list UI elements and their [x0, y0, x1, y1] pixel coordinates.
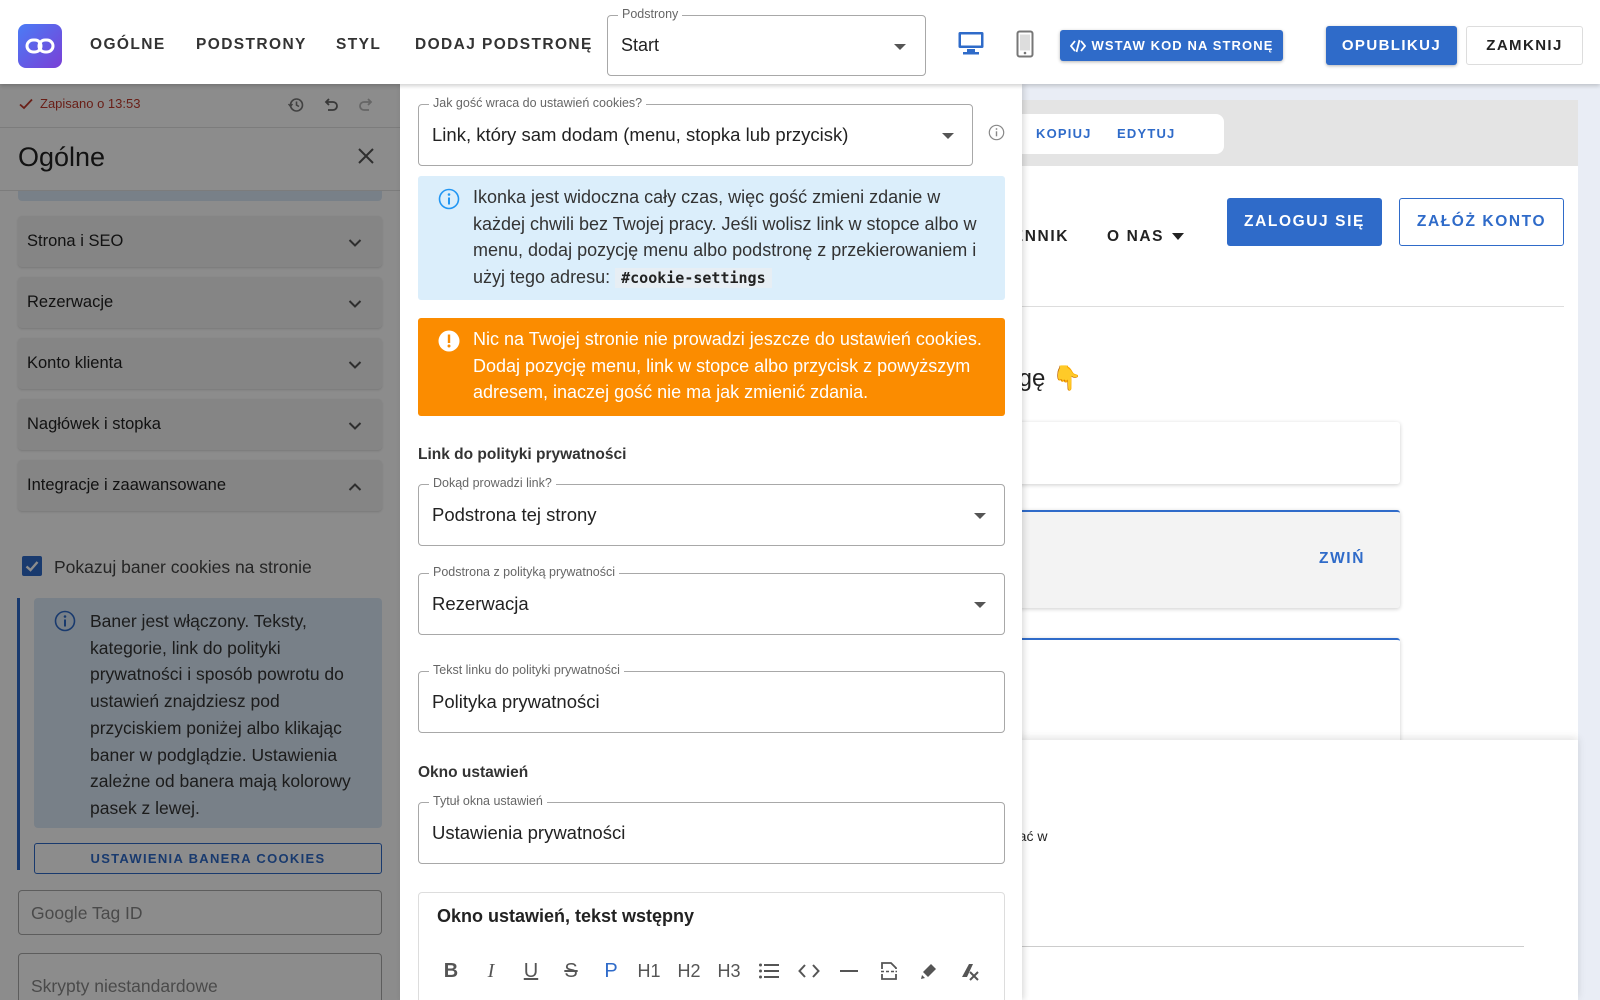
- caret-down-icon: [1172, 233, 1185, 241]
- heading1-glyph: H1: [637, 960, 661, 981]
- app-logo[interactable]: [18, 24, 62, 68]
- heading3-icon[interactable]: H3: [715, 957, 743, 985]
- publish-button[interactable]: OPUBLIKUJ: [1326, 26, 1457, 65]
- nav-style[interactable]: STYL: [336, 36, 381, 54]
- embed-code-button[interactable]: WSTAW KOD NA STRONĘ: [1060, 30, 1283, 61]
- heading2-icon[interactable]: H2: [675, 957, 703, 985]
- settings-window-title-legend: Tytuł okna ustawień: [429, 794, 547, 808]
- privacy-link-text-input[interactable]: Tekst linku do polityki prywatności Poli…: [418, 663, 1005, 733]
- caret-down-icon: [894, 44, 906, 50]
- privacy-link-text-value: Polityka prywatności: [432, 691, 600, 712]
- top-bar: OGÓLNE PODSTRONY STYL DODAJ PODSTRONĘ Po…: [0, 0, 1600, 84]
- warning-alert: Nic na Twojej stronie nie prowadzi jeszc…: [418, 318, 1005, 416]
- warning-icon: [438, 330, 460, 357]
- return-method-select[interactable]: Jak gość wraca do ustawień cookies? Link…: [418, 96, 973, 166]
- heading2-glyph: H2: [677, 960, 701, 981]
- bullet-list-icon[interactable]: [755, 957, 783, 985]
- link-target-select[interactable]: Dokąd prowadzi link? Podstrona tej stron…: [418, 476, 1005, 546]
- info-icon: [438, 188, 460, 215]
- italic-icon[interactable]: I: [477, 957, 505, 985]
- privacy-link-text-legend: Tekst linku do polityki prywatności: [429, 663, 624, 677]
- bold-icon[interactable]: B: [437, 957, 465, 985]
- underline-icon[interactable]: U: [517, 957, 545, 985]
- link-icon: [25, 38, 55, 54]
- preview-card-expanded[interactable]: ZWIŃ: [1000, 510, 1400, 608]
- privacy-page-select[interactable]: Podstrona z polityką prywatności Rezerwa…: [418, 565, 1005, 635]
- clear-format-icon[interactable]: [955, 957, 983, 985]
- close-button[interactable]: ZAMKNIJ: [1466, 26, 1583, 65]
- preview-divider: [1000, 306, 1564, 307]
- preview-cookie-banner[interactable]: do cofać w: [1000, 740, 1578, 1000]
- page-break-icon[interactable]: [875, 957, 903, 985]
- heading1-icon[interactable]: H1: [635, 957, 663, 985]
- italic-glyph: I: [487, 959, 495, 982]
- nav-add-subpage[interactable]: DODAJ PODSTRONĘ: [415, 36, 593, 54]
- code-icon: [1069, 39, 1086, 52]
- link-target-legend: Dokąd prowadzi link?: [429, 476, 556, 490]
- preview-toolbar: KOPIUJ EDYTUJ: [1000, 100, 1578, 166]
- preview-page: KOPIUJ EDYTUJ CENNIK O NAS ZALOGUJ SIĘ Z…: [1000, 100, 1578, 1000]
- code-icon[interactable]: [795, 957, 823, 985]
- paragraph-icon[interactable]: P: [597, 957, 625, 985]
- bold-glyph: B: [443, 959, 459, 982]
- preview-login-button[interactable]: ZALOGUJ SIĘ: [1227, 198, 1382, 246]
- mobile-icon[interactable]: [1016, 30, 1034, 63]
- subpage-select-legend: Podstrony: [618, 7, 683, 21]
- preview-nav-about-label: O NAS: [1107, 228, 1165, 245]
- info-alert-text: Ikonka jest widoczna cały czas, więc goś…: [473, 184, 983, 292]
- subpage-select-value: Start: [621, 35, 660, 55]
- preview-nav-about[interactable]: O NAS: [1107, 228, 1185, 246]
- strikethrough-glyph: S: [564, 959, 578, 982]
- collapse-button[interactable]: ZWIŃ: [1319, 550, 1365, 568]
- cookie-banner-divider: [1000, 946, 1524, 947]
- preview-register-button[interactable]: ZAŁÓŻ KONTO: [1399, 198, 1564, 246]
- editor-title: Okno ustawień, tekst wstępny: [437, 906, 695, 926]
- preview-card[interactable]: [1000, 422, 1400, 484]
- cookie-settings-panel: Jak gość wraca do ustawień cookies? Link…: [400, 84, 1022, 1000]
- caret-down-icon: [974, 513, 986, 519]
- return-method-value: Link, który sam dodam (menu, stopka lub …: [432, 124, 849, 145]
- embed-code-label: WSTAW KOD NA STRONĘ: [1091, 38, 1274, 53]
- site-preview: KOPIUJ EDYTUJ CENNIK O NAS ZALOGUJ SIĘ Z…: [1000, 84, 1600, 1000]
- caret-down-icon: [942, 133, 954, 139]
- nav-general[interactable]: OGÓLNE: [90, 36, 166, 54]
- underline-glyph: U: [523, 959, 539, 982]
- info-icon[interactable]: [988, 124, 1005, 146]
- copy-button[interactable]: KOPIUJ: [1036, 126, 1092, 141]
- nav-subpages[interactable]: PODSTRONY: [196, 36, 307, 54]
- return-method-legend: Jak gość wraca do ustawień cookies?: [429, 96, 647, 110]
- privacy-link-section-title: Link do polityki prywatności: [418, 446, 627, 463]
- modal-scrim: [0, 84, 400, 1000]
- info-alert: Ikonka jest widoczna cały czas, więc goś…: [418, 176, 1005, 300]
- privacy-page-value: Rezerwacja: [432, 593, 529, 614]
- caret-down-icon: [974, 602, 986, 608]
- strikethrough-icon[interactable]: S: [557, 957, 585, 985]
- heading3-glyph: H3: [717, 960, 741, 981]
- link-target-value: Podstrona tej strony: [432, 504, 597, 525]
- subpage-select[interactable]: Podstrony Start: [607, 7, 926, 76]
- intro-text-editor[interactable]: Okno ustawień, tekst wstępny B I U S P H…: [418, 892, 1005, 1000]
- settings-window-title-input[interactable]: Tytuł okna ustawień Ustawienia prywatnoś…: [418, 794, 1005, 864]
- settings-window-section-title: Okno ustawień: [418, 764, 529, 781]
- preview-block-actions: KOPIUJ EDYTUJ: [1000, 114, 1224, 154]
- highlight-icon[interactable]: [915, 957, 943, 985]
- edit-button[interactable]: EDYTUJ: [1117, 126, 1176, 141]
- settings-window-title-value: Ustawienia prywatności: [432, 822, 626, 843]
- cookie-settings-anchor: #cookie-settings: [615, 268, 772, 289]
- paragraph-glyph: P: [604, 959, 618, 982]
- privacy-page-legend: Podstrona z polityką prywatności: [429, 565, 620, 579]
- warning-alert-text: Nic na Twojej stronie nie prowadzi jeszc…: [473, 329, 982, 403]
- horizontal-rule-icon[interactable]: [835, 957, 863, 985]
- desktop-icon[interactable]: [957, 30, 985, 61]
